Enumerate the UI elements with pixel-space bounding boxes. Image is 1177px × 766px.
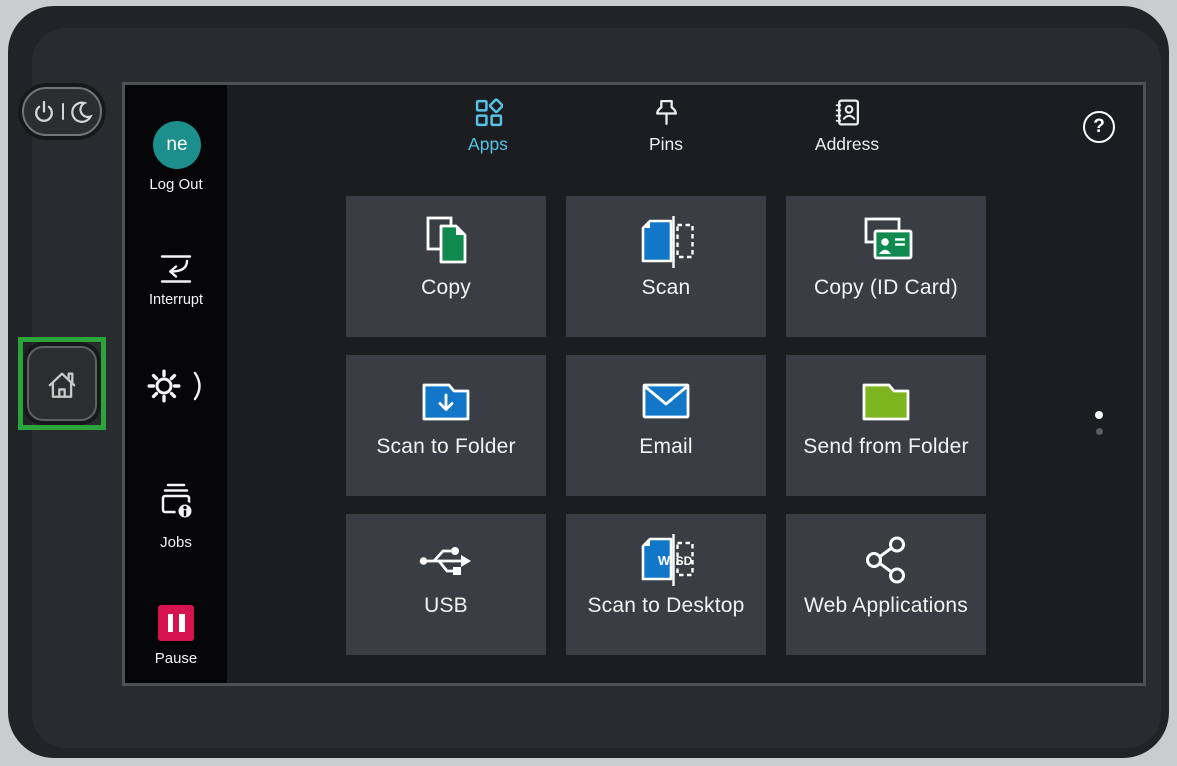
gear-icon xyxy=(147,369,181,403)
app-tile-label: Copy xyxy=(346,276,546,300)
jobs-label: Jobs xyxy=(125,534,227,551)
app-tile-scan[interactable]: Scan xyxy=(566,196,766,337)
sidebar: ne Log Out Interrupt xyxy=(125,85,227,683)
touchscreen: ne Log Out Interrupt xyxy=(122,82,1146,686)
share-icon xyxy=(786,514,986,592)
email-icon xyxy=(566,355,766,433)
app-tile-usb[interactable]: USB xyxy=(346,514,546,655)
moon-icon xyxy=(69,99,93,125)
page-dot-active[interactable] xyxy=(1095,411,1103,419)
pushpin-icon xyxy=(624,97,708,127)
app-tile-copy[interactable]: Copy xyxy=(346,196,546,337)
help-glyph: ? xyxy=(1093,116,1105,138)
app-tile-label: Email xyxy=(566,435,766,459)
app-tile-label: Web Applications xyxy=(786,594,986,618)
tab-address-label: Address xyxy=(805,134,889,155)
page-dot-inactive[interactable] xyxy=(1096,428,1103,435)
apps-grid-icon xyxy=(446,97,530,127)
app-tile-label: Scan xyxy=(566,276,766,300)
interrupt-icon xyxy=(158,252,194,286)
app-tile-label: Copy (ID Card) xyxy=(786,276,986,300)
app-tile-label: Send from Folder xyxy=(786,435,986,459)
app-tile-scan-to-folder[interactable]: Scan to Folder xyxy=(346,355,546,496)
home-highlight-frame xyxy=(18,337,106,430)
app-tile-web-applications[interactable]: Web Applications xyxy=(786,514,986,655)
home-button[interactable] xyxy=(27,346,97,421)
app-tile-send-from-folder[interactable]: Send from Folder xyxy=(786,355,986,496)
app-tile-label: Scan to Desktop xyxy=(566,594,766,618)
tab-pins[interactable]: Pins xyxy=(624,97,708,155)
send-from-folder-icon xyxy=(786,355,986,433)
scan-to-folder-icon xyxy=(346,355,546,433)
home-icon xyxy=(45,367,79,401)
app-tile-label: Scan to Folder xyxy=(346,435,546,459)
wsd-sd-text: SD xyxy=(676,554,693,568)
tab-pins-label: Pins xyxy=(624,134,708,155)
wsd-w-text: W xyxy=(658,553,671,568)
app-tile-scan-to-desktop[interactable]: W SD Scan to Desktop xyxy=(566,514,766,655)
copy-icon xyxy=(346,196,546,274)
pause-label: Pause xyxy=(125,650,227,667)
power-icon xyxy=(31,98,57,126)
tab-apps[interactable]: Apps xyxy=(446,97,530,155)
page-indicator xyxy=(1091,411,1107,444)
app-tile-email[interactable]: Email xyxy=(566,355,766,496)
interrupt-label: Interrupt xyxy=(125,292,227,308)
address-book-icon xyxy=(805,97,889,127)
settings-button[interactable] xyxy=(125,368,227,404)
app-tile-label: USB xyxy=(346,594,546,618)
tab-apps-label: Apps xyxy=(446,134,530,155)
id-card-copy-icon xyxy=(786,196,986,274)
usb-icon xyxy=(346,514,546,592)
app-tile-copy-id-card[interactable]: Copy (ID Card) xyxy=(786,196,986,337)
logout-label: Log Out xyxy=(125,176,227,193)
user-avatar: ne xyxy=(153,121,201,169)
avatar-initials: ne xyxy=(166,134,187,156)
jobs-info-icon xyxy=(157,481,195,521)
tab-address[interactable]: Address xyxy=(805,97,889,155)
power-divider xyxy=(62,103,64,120)
scan-icon xyxy=(566,196,766,274)
chevron-right-icon xyxy=(192,370,206,402)
power-button[interactable] xyxy=(22,87,102,136)
scan-to-desktop-icon: W SD xyxy=(566,514,766,592)
help-button[interactable]: ? xyxy=(1083,111,1115,143)
pause-icon xyxy=(158,605,194,641)
